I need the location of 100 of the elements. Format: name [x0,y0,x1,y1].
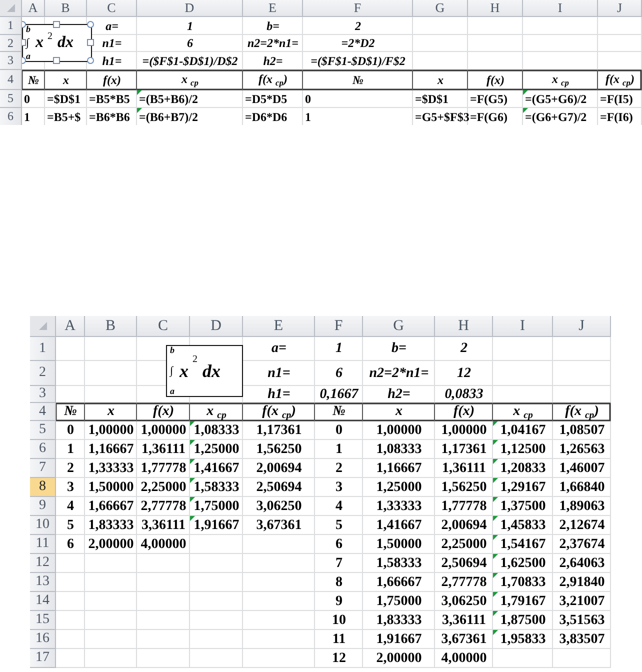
row-header[interactable]: 2 [0,35,22,52]
row-header[interactable]: 5 [30,421,56,440]
table-cell: 0 [24,92,30,106]
column-header[interactable]: I [493,316,553,337]
equation-box[interactable]: b ∫ a x 2 dx [166,345,243,397]
column-header[interactable]: B [85,316,137,337]
row-header[interactable]: 15 [30,611,56,630]
table-cell: n1= [102,36,122,51]
row-header[interactable]: 10 [30,516,56,535]
table-cell: 3 [336,480,342,496]
resize-handle[interactable] [87,21,94,28]
row-header[interactable]: 4 [0,70,22,90]
column-header[interactable]: I [523,0,598,17]
table-cell: 1,08333 [376,442,422,458]
row-header[interactable]: 6 [30,440,56,459]
row-header[interactable]: 5 [0,90,22,108]
table-cell: =D6*D6 [245,110,288,124]
equation-box[interactable]: b ∫ a x 2 dx [22,24,92,62]
table-cell: 1 [67,442,74,458]
table-cell: 12 [457,366,471,382]
table-cell: 2,50694 [441,556,487,572]
differential: dx [202,360,220,382]
column-header[interactable]: G [363,316,435,337]
column-heading: № [64,404,77,420]
table-cell: 1,37500 [500,498,546,514]
row-header[interactable]: 16 [30,630,56,649]
row-header[interactable]: 3 [30,386,56,403]
table-cell: =(B5+B6)/2 [139,92,198,106]
table-cell: =B5*B5 [89,92,130,106]
column-header[interactable]: A [56,316,85,337]
resize-handle[interactable] [87,57,94,64]
row-header[interactable]: 6 [0,108,22,125]
row-header[interactable]: 17 [30,649,56,668]
row-header[interactable]: 3 [0,52,22,70]
column-heading: x [438,72,444,88]
table-cell: =F(I6) [600,110,633,124]
table-cell: 1,83333 [88,518,134,534]
column-header[interactable]: F [303,0,413,17]
column-header[interactable]: J [553,316,611,337]
table-cell: 0,0833 [444,386,484,402]
table-cell: h1= [102,54,122,68]
table-cell: 2,91840 [559,574,605,590]
resize-handle[interactable] [53,21,60,28]
table-cell: b= [392,341,406,357]
table-cell: 1,08333 [194,422,240,438]
table-cell: =(G6+G7)/2 [525,110,587,124]
row-header[interactable]: 11 [30,535,56,554]
table-cell: =B6*B6 [89,110,130,124]
column-header[interactable]: F [315,316,363,337]
row-header[interactable]: 12 [30,554,56,573]
table-cell: 3,06250 [256,498,302,514]
row-header[interactable]: 1 [0,17,22,35]
table-cell: 1 [187,18,193,34]
table-cell: 1,66667 [88,498,134,514]
table-cell: 0 [305,92,311,106]
column-header[interactable]: E [243,316,315,337]
row-header[interactable]: 8 [30,478,56,497]
row-header[interactable]: 1 [30,337,56,361]
table-cell: 2,77778 [441,574,487,590]
table-cell: 1 [24,110,30,124]
table-cell: 6 [336,366,342,382]
resize-handle[interactable] [53,57,60,64]
column-header[interactable]: J [598,0,642,17]
column-header[interactable]: C [87,0,137,17]
column-header[interactable]: H [435,316,493,337]
row-header[interactable]: 4 [30,403,56,421]
column-header[interactable]: G [413,0,468,17]
column-heading: x $_{ср}$ [182,72,198,88]
column-header[interactable]: D [137,0,243,17]
table-cell: 1 [305,110,311,124]
integrand: x [36,34,44,52]
column-header[interactable]: E [243,0,303,17]
column-heading: f(x $_{ср}$) [262,404,296,420]
row-header[interactable]: 9 [30,497,56,516]
column-header[interactable]: C [137,316,190,337]
upper-limit: b [170,346,174,355]
exponent: 2 [192,354,198,365]
table-cell: 3,36111 [442,612,486,628]
table-cell: 2,25000 [441,536,487,552]
resize-handle[interactable] [87,39,94,46]
table-cell: 3,51563 [559,612,605,628]
table-cell: 5 [67,518,74,534]
column-header[interactable]: D [190,316,243,337]
column-header[interactable]: A [22,0,45,17]
row-header[interactable]: 14 [30,592,56,611]
table-cell: 4,00000 [441,650,487,666]
table-cell: =F(G6) [470,110,508,124]
table-cell: 9 [336,594,342,610]
table-cell: 2,50694 [256,480,302,496]
row-header[interactable]: 2 [30,361,56,386]
table-cell: 2 [336,460,342,476]
column-header[interactable]: B [45,0,87,17]
table-cell: 3,21007 [559,594,605,610]
row-header[interactable]: 13 [30,573,56,592]
row-header[interactable]: 7 [30,459,56,478]
table-cell: 8 [336,574,342,590]
table-cell: a= [106,18,118,34]
table-cell: 1,04167 [500,422,546,438]
column-header[interactable]: H [468,0,523,17]
table-cell: n2=2*n1= [247,36,299,51]
